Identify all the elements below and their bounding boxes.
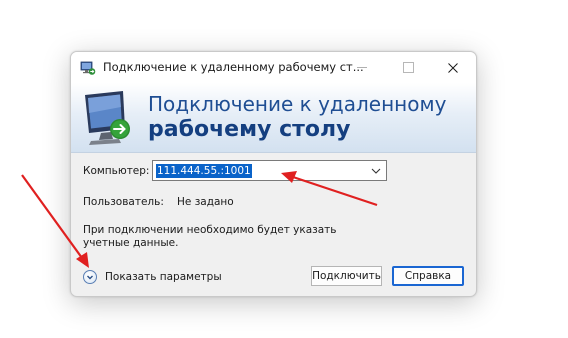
- computer-combobox[interactable]: 111.444.55.:1001: [152, 160, 387, 181]
- show-options-toggle[interactable]: Показать параметры: [83, 268, 222, 285]
- remote-desktop-monitor-icon: [85, 91, 130, 145]
- maximize-icon: [402, 62, 414, 73]
- window-title: Подключение к удаленному рабочему ст...: [103, 60, 364, 74]
- minimize-button[interactable]: [339, 52, 385, 83]
- connect-button[interactable]: Подключить: [311, 266, 382, 286]
- credentials-note: При подключении необходимо будет указать…: [83, 224, 337, 249]
- computer-input-value[interactable]: 111.444.55.:1001: [156, 164, 252, 178]
- close-icon: [448, 62, 458, 73]
- minimize-icon: [357, 67, 367, 68]
- header-banner: Подключение к удаленному рабочему столу: [71, 83, 476, 153]
- help-button[interactable]: Справка: [392, 266, 464, 286]
- remote-desktop-dialog: Подключение к удаленному рабочему ст... …: [70, 51, 477, 297]
- title-bar[interactable]: Подключение к удаленному рабочему ст...: [71, 52, 476, 83]
- chevron-down-icon[interactable]: [371, 167, 381, 175]
- user-label: Пользователь:: [83, 196, 164, 208]
- chevron-down-icon: [87, 275, 93, 279]
- banner-title-line1: Подключение к удаленному: [148, 92, 447, 116]
- expand-options-icon[interactable]: [83, 269, 97, 284]
- banner-title-line2: рабочему столу: [148, 117, 351, 142]
- show-options-label[interactable]: Показать параметры: [105, 271, 222, 283]
- user-value: Не задано: [177, 196, 234, 208]
- computer-label: Компьютер:: [83, 165, 150, 177]
- app-icon: [80, 61, 96, 75]
- close-button[interactable]: [430, 52, 476, 83]
- maximize-button[interactable]: [385, 52, 431, 83]
